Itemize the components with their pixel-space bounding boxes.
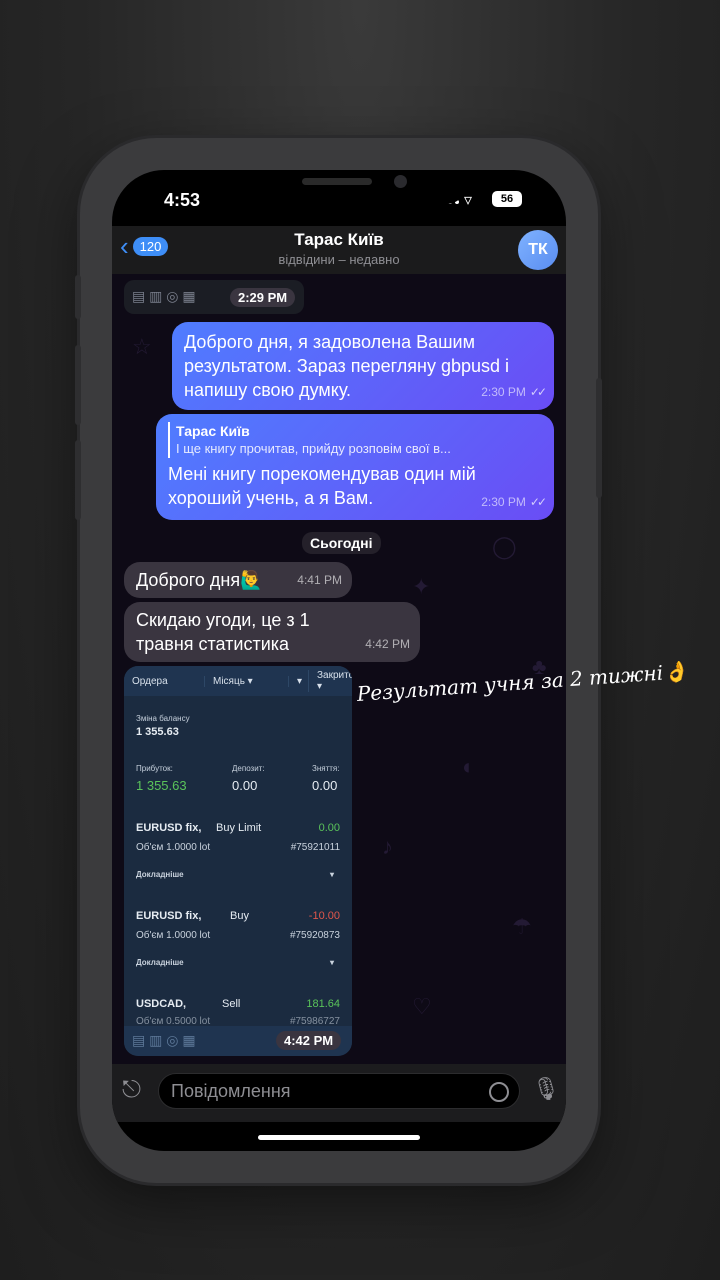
- doodle-music-icon: ♪: [382, 834, 393, 859]
- chevron-down-icon: ▾: [288, 675, 308, 687]
- volume-up-button: [75, 345, 81, 425]
- doodle-star-icon: ✦: [412, 574, 431, 599]
- message-input[interactable]: Повідомлення: [158, 1073, 520, 1109]
- details-toggle: Докладніше ▾: [136, 958, 334, 967]
- reply-author: Тарас Київ: [176, 423, 250, 439]
- front-camera: [394, 175, 407, 188]
- microphone-icon[interactable]: 🎙: [532, 1076, 560, 1102]
- message-meta: 4:42 PM: [365, 637, 410, 651]
- screenshot-tab-orders: Ордера: [132, 675, 168, 687]
- phone-screen: 4:53 ▿ 56 ‹ 120 Тарас Київ відвідини – н…: [112, 170, 566, 1151]
- volume-down-button: [75, 440, 81, 520]
- doodle-globe-icon: ◯: [492, 534, 517, 559]
- message-meta: 2:30 PM ✓✓: [481, 385, 547, 399]
- image-message[interactable]: Ордера Місяць ▾ ▾ Закрито ▾ Зміна баланс…: [124, 666, 352, 1056]
- doodle-umbrella-icon: ☂: [512, 914, 532, 939]
- status-time: 4:53: [164, 190, 201, 210]
- reply-text: І ще книгу прочитав, прийду розповім сво…: [176, 441, 451, 456]
- chat-last-seen: відвідини – недавно: [278, 252, 400, 267]
- toolbar-icons: ▤ ▥ ◎ ▦: [132, 1032, 196, 1048]
- details-toggle: Докладніше ▾: [136, 870, 334, 879]
- incoming-message[interactable]: Доброго дня🙋‍♂️ 4:41 PM: [124, 562, 352, 598]
- image-time: 4:42 PM: [276, 1031, 342, 1050]
- screenshot-tab-month: Місяць ▾: [204, 675, 288, 687]
- mute-switch: [75, 275, 81, 319]
- chat-header: ‹ 120 Тарас Київ відвідини – недавно ТК: [112, 226, 566, 274]
- battery-indicator: 56: [492, 191, 522, 207]
- notch: [210, 170, 468, 204]
- message-text: Скидаю угоди, це з 1 травня статистика: [136, 610, 310, 654]
- double-check-icon: ✓✓: [529, 385, 547, 399]
- doodle-heart-icon: ♡: [412, 994, 432, 1019]
- balance-label: Зміна балансу: [136, 714, 190, 723]
- message-input-placeholder: Повідомлення: [171, 1081, 291, 1101]
- doodle-planet-icon: ◐: [462, 754, 476, 779]
- trade-row-details: Об'єм 1.0000 lot #75920873: [136, 930, 340, 941]
- composer: ⎋ Повідомлення 🎙: [112, 1064, 566, 1122]
- outgoing-message-reply[interactable]: Тарас Київ І ще книгу прочитав, прийду р…: [156, 414, 554, 520]
- date-separator: Сьогодні: [302, 532, 381, 554]
- message-meta: 4:41 PM: [297, 573, 342, 587]
- balance-value: 1 355.63: [136, 726, 179, 738]
- screenshot-tab-closed: Закрито ▾: [308, 670, 352, 692]
- outgoing-message[interactable]: Доброго дня, я задоволена Вашим результа…: [172, 322, 554, 410]
- reply-quote[interactable]: Тарас Київ І ще книгу прочитав, прийду р…: [168, 422, 542, 458]
- home-indicator[interactable]: [258, 1135, 420, 1140]
- avatar[interactable]: ТК: [518, 230, 558, 270]
- doodle-star-icon: ☆: [132, 334, 152, 359]
- incoming-message[interactable]: Скидаю угоди, це з 1 травня статистика 4…: [124, 602, 420, 662]
- trade-row-details: Об'єм 1.0000 lot #75921011: [136, 842, 340, 853]
- attach-icon[interactable]: ⎋: [122, 1076, 141, 1104]
- message-meta: 2:30 PM ✓✓: [481, 495, 547, 509]
- media-time: 2:29 PM: [230, 288, 296, 307]
- chart-icon: ▤ ▥ ◎ ▦: [132, 288, 196, 304]
- double-check-icon: ✓✓: [529, 495, 547, 509]
- message-list[interactable]: ☆ ◯ ✦ ◐ ♪ ☂ ♡ ♣ ▤ ▥ ◎ ▦ 2:29 PM Доброго …: [112, 274, 566, 1064]
- sticker-icon[interactable]: [489, 1082, 509, 1102]
- speaker: [302, 178, 372, 185]
- wifi-icon: ▿: [464, 192, 473, 209]
- chat-title[interactable]: Тарас Київ: [112, 230, 566, 250]
- screenshot-tabs: Ордера Місяць ▾ ▾ Закрито ▾: [124, 666, 352, 696]
- power-button: [596, 378, 602, 498]
- previous-media-strip: ▤ ▥ ◎ ▦ 2:29 PM: [124, 280, 304, 314]
